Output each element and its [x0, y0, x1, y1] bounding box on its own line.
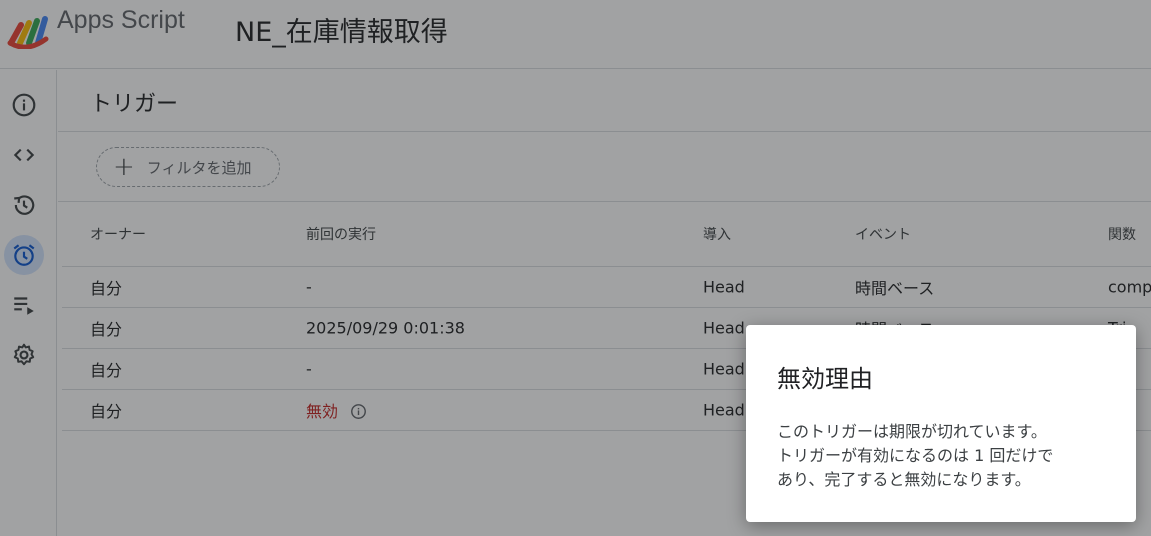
dialog-body: このトリガーは期限が切れています。 トリガーが有効になるのは 1 回だけで あり… — [777, 420, 1106, 492]
dialog-title: 無効理由 — [777, 365, 873, 393]
dialog-body-line: あり、完了すると無効になります。 — [777, 470, 1031, 489]
dialog-body-line: このトリガーは期限が切れています。 — [777, 422, 1047, 441]
apps-script-app: Apps Script NE_在庫情報取得 トリガー + フィルタを追加 オーナ… — [0, 0, 1151, 536]
dialog-body-line: トリガーが有効になるのは 1 回だけで — [777, 446, 1054, 465]
disabled-reason-dialog: 無効理由 このトリガーは期限が切れています。 トリガーが有効になるのは 1 回だ… — [746, 325, 1136, 522]
